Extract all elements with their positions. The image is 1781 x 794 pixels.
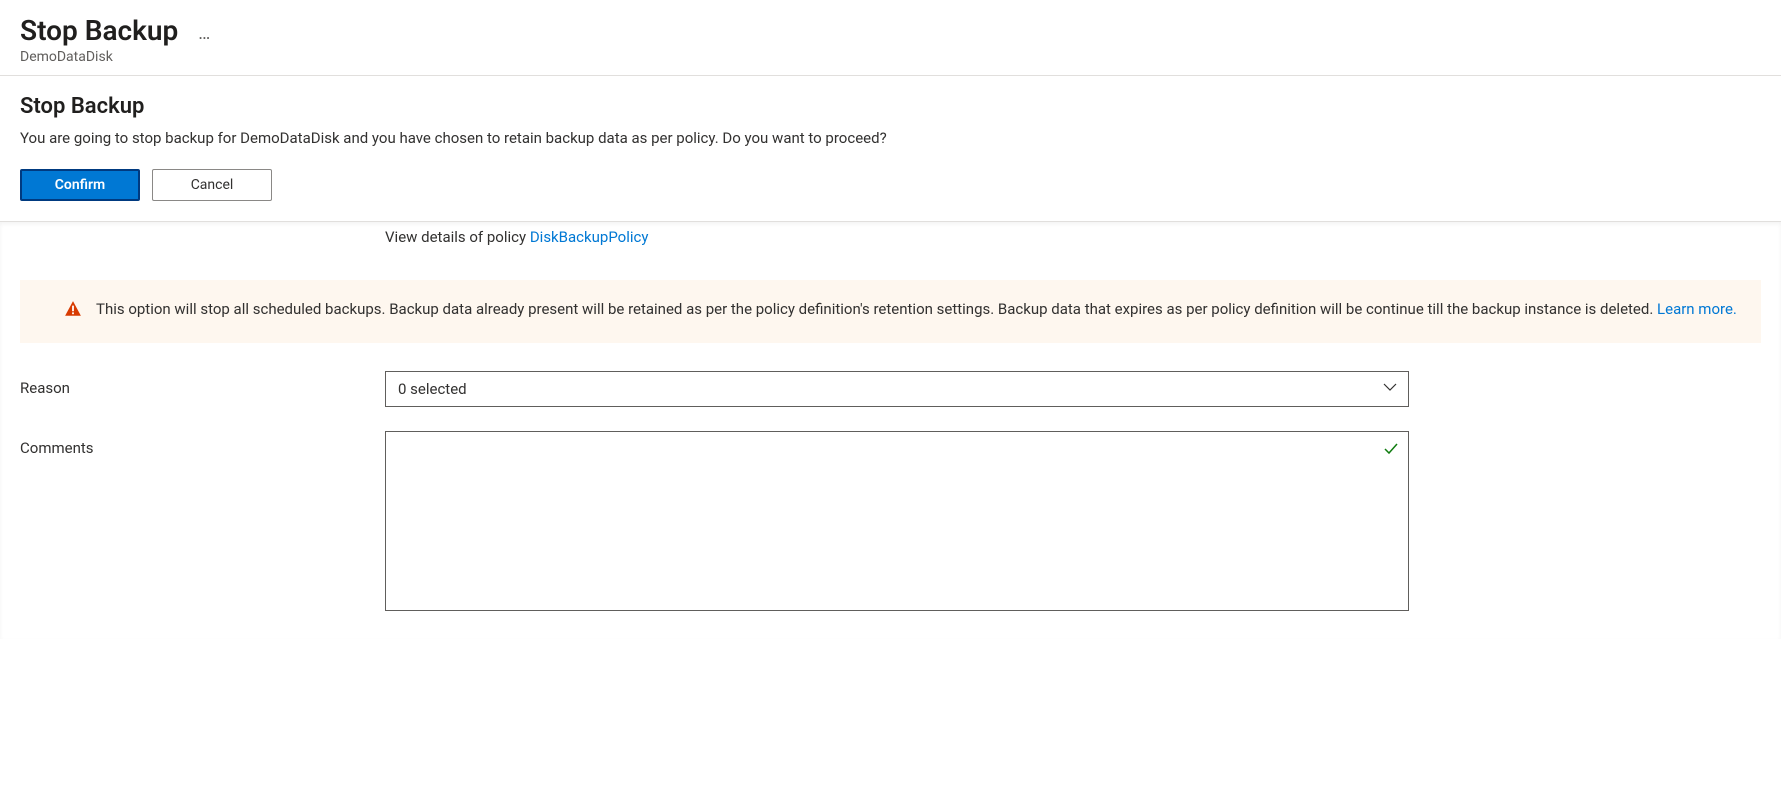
comments-label: Comments	[20, 431, 385, 457]
warning-icon	[64, 298, 82, 325]
page-title: Stop Backup	[20, 14, 178, 47]
policy-prefix: View details of policy	[385, 228, 530, 246]
policy-link[interactable]: DiskBackupPolicy	[530, 228, 649, 246]
reason-label: Reason	[20, 371, 385, 397]
more-actions-icon[interactable]: …	[198, 17, 211, 44]
comments-textarea[interactable]	[385, 431, 1409, 611]
alert-message: This option will stop all scheduled back…	[96, 300, 1657, 318]
warning-alert: This option will stop all scheduled back…	[20, 280, 1761, 343]
learn-more-link[interactable]: Learn more.	[1657, 300, 1737, 318]
reason-select[interactable]: 0 selected	[385, 371, 1409, 407]
page-header: Stop Backup … DemoDataDisk	[0, 0, 1781, 76]
confirmation-dialog: Stop Backup You are going to stop backup…	[0, 76, 1781, 221]
page-subtitle: DemoDataDisk	[20, 49, 1761, 65]
dialog-message: You are going to stop backup for DemoDat…	[20, 129, 1761, 147]
reason-selected-value: 0 selected	[398, 380, 467, 398]
chevron-down-icon	[1382, 379, 1398, 399]
cancel-button[interactable]: Cancel	[152, 169, 272, 201]
dialog-title: Stop Backup	[20, 94, 1761, 119]
confirm-button[interactable]: Confirm	[20, 169, 140, 201]
policy-details-line: View details of policy DiskBackupPolicy	[0, 222, 1781, 246]
alert-text: This option will stop all scheduled back…	[96, 298, 1737, 321]
